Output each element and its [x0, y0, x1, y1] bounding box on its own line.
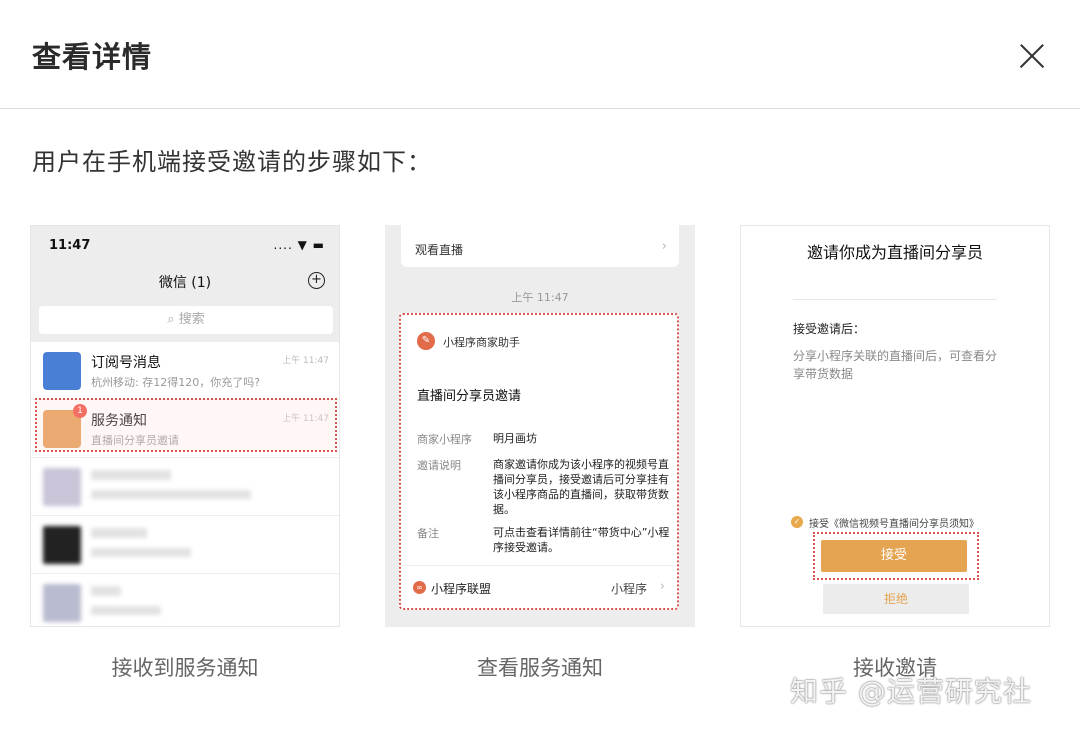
agree-text: 接受《微信视频号直播间分享员须知》 [809, 519, 979, 530]
service-notice-card: ✎ 小程序商家助手 直播间分享员邀请 商家小程序 明月画坊 邀请说明 商家邀请你… [399, 313, 679, 610]
invite-subtitle: 接受邀请后： [793, 322, 866, 336]
notice-title: 直播间分享员邀请 [417, 389, 522, 404]
message-time: 上午 11:47 [511, 291, 569, 304]
chevron-right-icon: › [661, 239, 667, 254]
notice-footer: ∞ 小程序联盟 小程序 › [401, 565, 677, 609]
field-key: 邀请说明 [417, 459, 461, 472]
accept-button: 接受 [821, 540, 967, 572]
invite-title: 邀请你成为直播间分享员 [806, 243, 983, 262]
plus-icon: + [308, 272, 325, 289]
list-item: 订阅号消息 杭州移动: 存12得120，你充了吗? 上午 11:47 [31, 342, 339, 400]
close-icon[interactable] [1012, 36, 1052, 76]
step2-caption: 查看服务通知 [477, 656, 603, 680]
watermark: 知乎 @运营研究社 [790, 675, 1032, 708]
row-message: 杭州移动: 存12得120，你充了吗? [91, 376, 261, 389]
search-placeholder: 搜索 [178, 312, 205, 327]
row-time: 上午 11:47 [282, 356, 329, 366]
status-time: 11:47 [49, 238, 91, 253]
chat-list: 订阅号消息 杭州移动: 存12得120，你充了吗? 上午 11:47 1 服务通… [31, 342, 339, 626]
field-key: 备注 [417, 527, 439, 540]
watch-live-label: 观看直播 [415, 243, 464, 257]
shop-icon: ✎ [417, 332, 435, 350]
blurred-item [31, 574, 339, 626]
dialog-header: 查看详情 [0, 0, 1080, 109]
step1-screenshot: 11:47 .... ▼ ▬ 微信 (1) + ⌕ 搜索 订阅号消息 杭州移动:… [30, 225, 340, 627]
check-icon: ✓ [791, 516, 803, 528]
footer-right-label: 小程序 [610, 582, 647, 596]
intro-text: 用户在手机端接受邀请的步骤如下： [32, 148, 432, 176]
subscription-icon [43, 352, 81, 390]
blurred-item [31, 516, 339, 574]
step3-screenshot: 邀请你成为直播间分享员 接受邀请后： 分享小程序关联的直播间后，可查看分享带货数… [740, 225, 1050, 627]
step2-screenshot: 观看直播 › 上午 11:47 ✎ 小程序商家助手 直播间分享员邀请 商家小程序… [385, 225, 695, 627]
reject-button: 拒绝 [823, 584, 969, 614]
field-value: 商家邀请你成为该小程序的视频号直播间分享员，接受邀请后可分享挂有该小程序商品的直… [493, 458, 669, 516]
chevron-right-icon: › [659, 579, 665, 594]
search-icon: ⌕ [167, 312, 179, 327]
watch-live-bar: 观看直播 › [401, 225, 679, 267]
divider [793, 299, 997, 300]
row-name: 订阅号消息 [91, 355, 161, 371]
notice-sender: 小程序商家助手 [443, 336, 520, 349]
search-bar: ⌕ 搜索 [39, 306, 333, 334]
step1-caption: 接收到服务通知 [111, 656, 259, 680]
blurred-item [31, 458, 339, 516]
highlight-frame [35, 398, 337, 452]
field-value: 可点击查看详情前往“带货中心”小程序接受邀请。 [493, 526, 670, 554]
field-key: 商家小程序 [417, 433, 472, 446]
dialog-title: 查看详情 [32, 40, 153, 74]
nav-title: 微信 (1) [158, 275, 212, 291]
invite-description: 分享小程序关联的直播间后，可查看分享带货数据 [793, 349, 998, 381]
status-icons: .... ▼ ▬ [273, 238, 325, 252]
field-value: 明月画坊 [493, 432, 537, 445]
footer-left-label: 小程序联盟 [431, 582, 492, 596]
link-icon: ∞ [413, 581, 426, 594]
status-bar: 11:47 .... ▼ ▬ [31, 226, 339, 264]
